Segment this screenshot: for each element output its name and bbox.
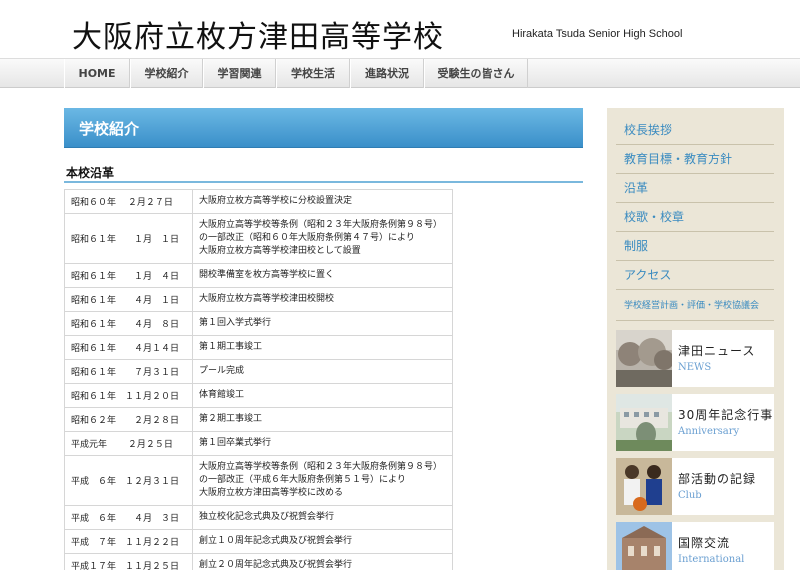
history-date: 平成 ６年 １２月３１日 — [64, 455, 193, 506]
section-title-text: 本校沿革 — [66, 166, 115, 180]
international-photo — [616, 522, 672, 570]
history-event: 創立２０周年記念式典及び祝賀会挙行 — [192, 553, 453, 570]
history-event: 大阪府立枚方高等学校に分校設置決定 — [192, 189, 453, 214]
sidebar-item-education-goals[interactable]: 教育目標・教育方針 — [616, 145, 774, 174]
table-row: 平成 ６年 ４月 ３日 独立校化記念式典及び祝賀会挙行 — [64, 505, 453, 530]
history-date: 昭和６１年 １月 ４日 — [64, 263, 193, 288]
sidebar-item-principal[interactable]: 校長挨拶 — [616, 116, 774, 145]
history-event: 大阪府立高等学校等条例（昭和２３年大阪府条例第９８号） の一部改正（平成６年大阪… — [192, 455, 453, 506]
nav-item-home[interactable]: HOME — [64, 59, 130, 88]
history-date: 平成１７年 １１月２５日 — [64, 553, 193, 570]
history-date: 昭和６１年 １１月２０日 — [64, 383, 193, 408]
table-row: 昭和６１年 １月 ４日 開校準備室を枚方高等学校に置く — [64, 263, 453, 288]
history-event: 独立校化記念式典及び祝賀会挙行 — [192, 505, 453, 530]
table-row: 昭和６１年 ４月１４日 第１期工事竣工 — [64, 335, 453, 360]
table-row: 昭和６０年 ２月２７日 大阪府立枚方高等学校に分校設置決定 — [64, 189, 453, 214]
history-event: 第１期工事竣工 — [192, 335, 453, 360]
main-nav: HOME 学校紹介 学習関連 学校生活 進路状況 受験生の皆さん — [0, 58, 800, 88]
history-date: 平成元年 ２月２５日 — [64, 431, 193, 456]
history-event: 体育館竣工 — [192, 383, 453, 408]
banner-title: 30周年記念行事 — [678, 408, 774, 422]
banner-title: 津田ニュース — [678, 344, 756, 358]
history-date: 昭和６２年 ２月２８日 — [64, 407, 193, 432]
history-table: 昭和６０年 ２月２７日 大阪府立枚方高等学校に分校設置決定 昭和６１年 １月 １日大… — [64, 189, 453, 570]
club-banner[interactable]: 部活動の記録 Club — [616, 458, 774, 515]
banner-subtitle: International — [678, 554, 745, 565]
nav-item-career[interactable]: 進路状況 — [350, 59, 424, 88]
history-date: 昭和６１年 ４月 １日 — [64, 287, 193, 312]
history-date: 昭和６１年 １月 １日 — [64, 213, 193, 264]
anniversary-photo — [616, 394, 672, 451]
sidebar-item-access[interactable]: アクセス — [616, 261, 774, 290]
banner-title: 部活動の記録 — [678, 472, 757, 486]
table-row: 昭和６１年 ４月 １日 大阪府立枚方高等学校津田校開校 — [64, 287, 453, 312]
history-date: 昭和６１年 ４月１４日 — [64, 335, 193, 360]
news-banner[interactable]: 津田ニュース NEWS — [616, 330, 774, 387]
table-row: 昭和６２年 ２月２８日 第２期工事竣工 — [64, 407, 453, 432]
sidebar-item-uniform[interactable]: 制服 — [616, 232, 774, 261]
nav-item-study[interactable]: 学習関連 — [203, 59, 276, 88]
sidebar-item-history[interactable]: 沿革 — [616, 174, 774, 203]
table-row: 平成 ６年 １２月３１日 大阪府立高等学校等条例（昭和２３年大阪府条例第９８号） … — [64, 455, 453, 506]
history-date: 昭和６１年 ４月 ８日 — [64, 311, 193, 336]
history-date: 昭和６０年 ２月２７日 — [64, 189, 193, 214]
sidebar-item-management-plan[interactable]: 学校経営計画・評価・学校協議会 — [616, 291, 774, 321]
table-row: 平成 ７年 １１月２２日 創立１０周年記念式典及び祝賀会挙行 — [64, 529, 453, 554]
history-event: 第１回入学式挙行 — [192, 311, 453, 336]
table-row: 平成１７年 １１月２５日 創立２０周年記念式典及び祝賀会挙行 — [64, 553, 453, 570]
history-event: 第２期工事竣工 — [192, 407, 453, 432]
site-subtitle: Hirakata Tsuda Senior High School — [512, 28, 683, 40]
news-photo — [616, 330, 672, 387]
nav-item-applicants[interactable]: 受験生の皆さん — [424, 59, 528, 88]
history-date: 平成 ６年 ４月 ３日 — [64, 505, 193, 530]
sidebar: 校長挨拶 教育目標・教育方針 沿革 校歌・校章 制服 アクセス 学校経営計画・評… — [607, 108, 784, 570]
banner-subtitle: Club — [678, 490, 702, 501]
anniversary-banner[interactable]: 30周年記念行事 Anniversary — [616, 394, 774, 451]
nav-item-school-life[interactable]: 学校生活 — [276, 59, 350, 88]
history-event: 創立１０周年記念式典及び祝賀会挙行 — [192, 529, 453, 554]
history-date: 平成 ７年 １１月２２日 — [64, 529, 193, 554]
sidebar-item-school-song[interactable]: 校歌・校章 — [616, 203, 774, 232]
table-row: 昭和６１年 １月 １日 大阪府立高等学校等条例（昭和２３年大阪府条例第９８号） の… — [64, 213, 453, 264]
history-date: 昭和６１年 ７月３１日 — [64, 359, 193, 384]
history-event: 第１回卒業式挙行 — [192, 431, 453, 456]
banner-subtitle: Anniversary — [678, 426, 740, 437]
site-title[interactable]: 大阪府立枚方津田高等学校 — [72, 12, 444, 56]
history-event: 大阪府立高等学校等条例（昭和２３年大阪府条例第９８号） の一部改正（昭和６０年大… — [192, 213, 453, 264]
banner-title: 国際交流 — [678, 536, 731, 550]
site-header: 大阪府立枚方津田高等学校 Hirakata Tsuda Senior High … — [0, 0, 800, 58]
history-event: プール完成 — [192, 359, 453, 384]
nav-item-school-intro[interactable]: 学校紹介 — [130, 59, 203, 88]
section-title: 本校沿革 — [64, 163, 583, 183]
table-row: 平成元年 ２月２５日 第１回卒業式挙行 — [64, 431, 453, 456]
history-event: 開校準備室を枚方高等学校に置く — [192, 263, 453, 288]
history-event: 大阪府立枚方高等学校津田校開校 — [192, 287, 453, 312]
page-title: 学校紹介 — [79, 120, 140, 138]
table-row: 昭和６１年 ４月 ８日 第１回入学式挙行 — [64, 311, 453, 336]
page-heading: 学校紹介 — [64, 108, 583, 148]
banner-subtitle: NEWS — [678, 362, 712, 373]
table-row: 昭和６１年 １１月２０日 体育館竣工 — [64, 383, 453, 408]
club-photo — [616, 458, 672, 515]
international-banner[interactable]: 国際交流 International — [616, 522, 774, 570]
table-row: 昭和６１年 ７月３１日 プール完成 — [64, 359, 453, 384]
